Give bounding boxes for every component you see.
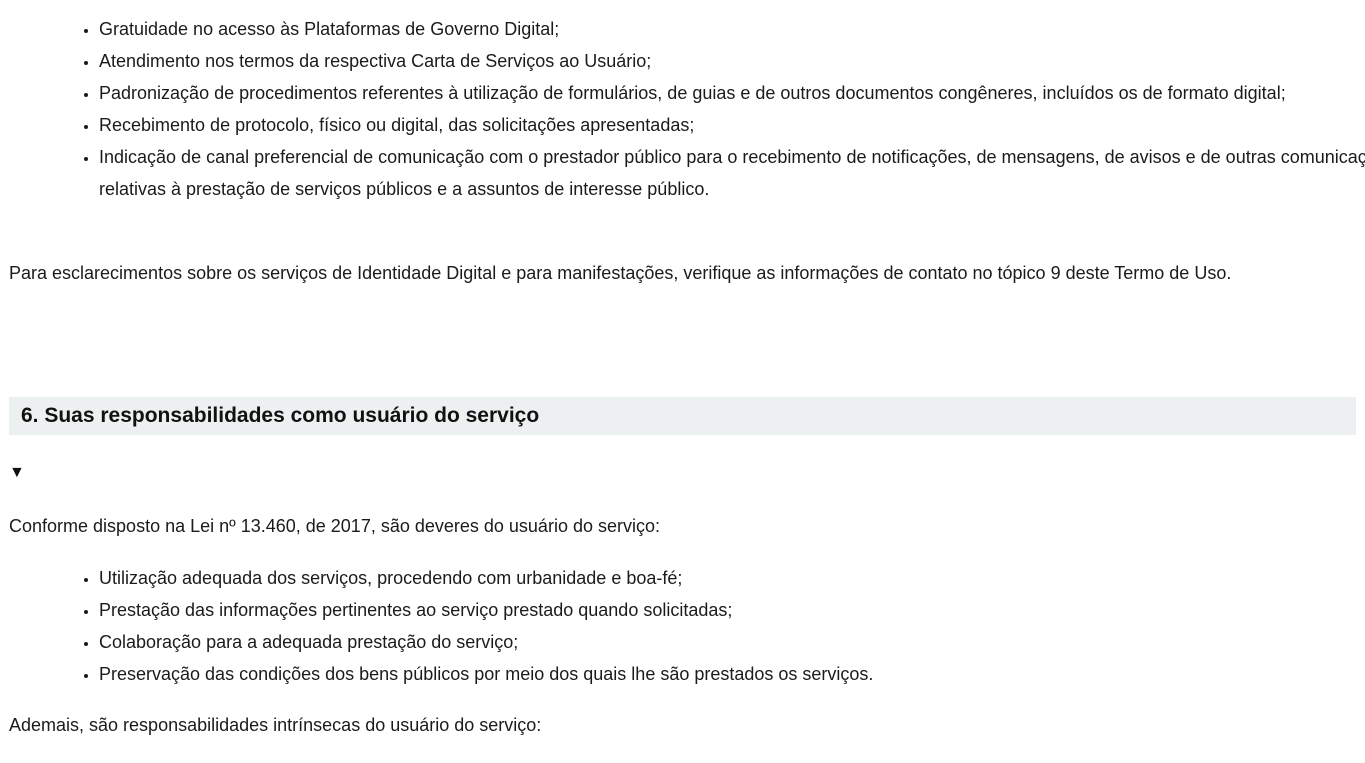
list-item: Utilização adequada dos serviços, proced… [99,562,1365,594]
list-item: Recebimento de protocolo, físico ou digi… [99,109,1365,141]
collapse-toggle-icon[interactable]: ▼ [9,459,25,487]
list-item: Gratuidade no acesso às Plataformas de G… [99,13,1365,45]
list-item: Atendimento nos termos da respectiva Car… [99,45,1365,77]
contact-paragraph: Para esclarecimentos sobre os serviços d… [9,263,1232,283]
section-6-heading[interactable]: 6. Suas responsabilidades como usuário d… [9,397,1356,435]
list-item: Indicação de canal preferencial de comun… [99,141,1365,205]
list-item: Preservação das condições dos bens públi… [99,658,1365,690]
list-item: Colaboração para a adequada prestação do… [99,626,1365,658]
user-duties-list: Utilização adequada dos serviços, proced… [0,562,1365,690]
list-item: Prestação das informações pertinentes ao… [99,594,1365,626]
list-item: Padronização de procedimentos referentes… [99,77,1365,109]
terms-page: Gratuidade no acesso às Plataformas de G… [0,0,1365,763]
duties-intro-paragraph: Conforme disposto na Lei nº 13.460, de 2… [9,516,660,536]
user-rights-list: Gratuidade no acesso às Plataformas de G… [0,13,1365,205]
additional-responsibilities-paragraph: Ademais, são responsabilidades intrínsec… [9,715,542,735]
